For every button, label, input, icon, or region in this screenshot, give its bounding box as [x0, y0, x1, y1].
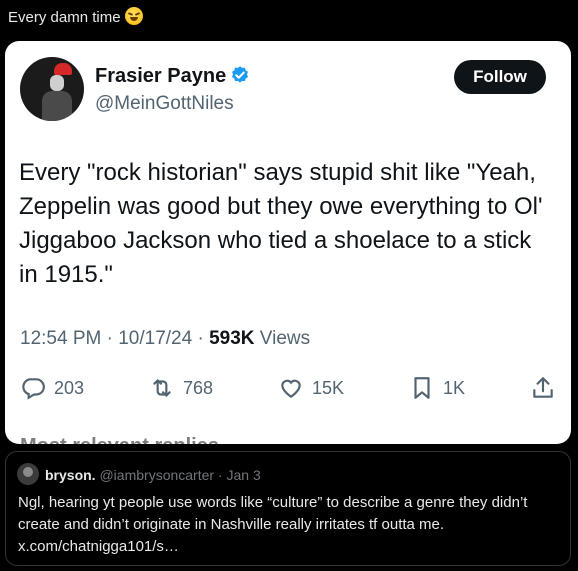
author-handle[interactable]: @MeinGottNiles — [95, 93, 234, 115]
quote-handle-date[interactable]: @iambrysoncarter · Jan 3 — [99, 467, 260, 483]
santa-hat-icon — [54, 63, 72, 75]
bookmark-icon — [414, 377, 430, 399]
follow-button[interactable]: Follow — [454, 60, 546, 94]
verified-badge-icon — [232, 66, 249, 83]
bookmark-button[interactable]: 1K — [409, 375, 465, 401]
like-count: 15K — [312, 377, 345, 398]
retweet-button[interactable]: 768 — [149, 375, 213, 401]
embedded-tweet-card[interactable]: Frasier Payne @MeinGottNiles Follow Ever… — [5, 41, 571, 444]
timestamp[interactable]: 12:54 PM · 10/17/24 · — [20, 328, 209, 349]
tweet-meta: 12:54 PM · 10/17/24 · 593K Views — [20, 328, 310, 350]
quote-text: Ngl, hearing yt people use words like “c… — [18, 494, 528, 555]
quote-header: bryson. @iambrysoncarter · Jan 3 — [45, 467, 261, 483]
reply-button[interactable]: 203 — [20, 375, 84, 401]
avatar[interactable] — [20, 57, 84, 121]
like-button[interactable]: 15K — [278, 375, 344, 401]
quote-avatar[interactable] — [17, 463, 39, 485]
author-name[interactable]: Frasier Payne — [95, 65, 250, 88]
retweet-icon — [153, 379, 171, 397]
action-bar: 203 768 15K 1K — [20, 373, 556, 403]
view-count: 593K — [209, 328, 255, 349]
reply-icon — [22, 378, 45, 400]
caption-text: Every damn time — [8, 9, 121, 26]
retweet-count: 768 — [183, 377, 214, 398]
share-icon — [533, 377, 553, 398]
post-caption: Every damn time — [8, 7, 143, 26]
laughing-crying-emoji-icon — [124, 7, 143, 25]
tweet-text: Every "rock historian" says stupid shit … — [19, 159, 543, 288]
replies-sort-header: Most relevant replies ⌄ — [20, 433, 241, 444]
bookmark-count: 1K — [442, 377, 466, 398]
reply-count: 203 — [54, 377, 85, 398]
quoted-post[interactable]: bryson. @iambrysoncarter · Jan 3 Ngl, he… — [5, 451, 571, 566]
quote-author-name[interactable]: bryson. — [45, 467, 96, 483]
share-button[interactable] — [530, 375, 556, 401]
heart-icon — [281, 379, 301, 398]
views-label: Views — [254, 328, 311, 349]
